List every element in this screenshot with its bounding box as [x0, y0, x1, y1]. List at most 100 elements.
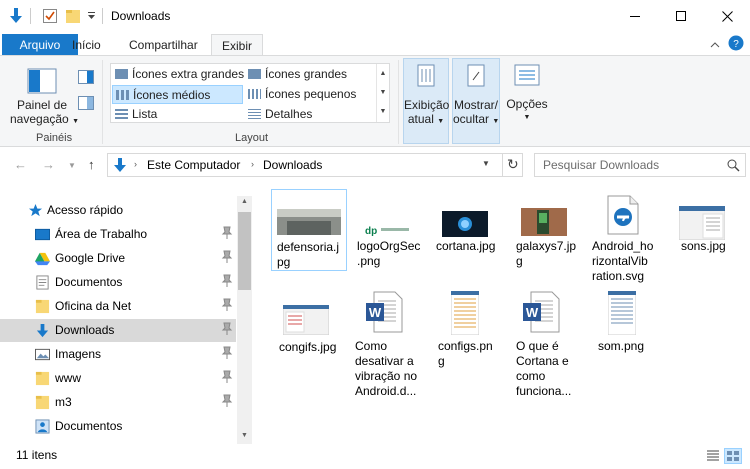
tab-exibir[interactable]: Exibir — [211, 34, 264, 57]
nav-www[interactable]: www — [0, 367, 236, 390]
chevron-down-icon: ▼ — [492, 118, 500, 125]
layout-gallery-scroll[interactable]: ▲ ▼ ▼ — [376, 64, 389, 122]
options-button[interactable]: Opções ▼ — [504, 58, 550, 144]
layout-large-icons[interactable]: Ícones grandes — [245, 65, 375, 84]
nav-downloads[interactable]: Downloads — [0, 319, 236, 342]
downloads-icon — [114, 158, 126, 172]
minimize-button[interactable] — [612, 0, 658, 32]
nav-documents[interactable]: Documentos — [0, 271, 236, 294]
navigation-pane-icon — [27, 68, 57, 94]
search-icon[interactable] — [727, 159, 740, 172]
nav-m3[interactable]: m3 — [0, 391, 236, 414]
scroll-down-icon[interactable]: ▼ — [241, 432, 248, 439]
help-button[interactable]: ? — [728, 35, 744, 54]
folder-icon — [35, 299, 50, 314]
edge-file-icon — [607, 195, 639, 235]
layout-extra-large-icons[interactable]: Ícones extra grandes — [112, 65, 244, 84]
window-title: Downloads — [111, 9, 171, 23]
image-thumbnail-icon — [679, 206, 725, 240]
nav-oficina-da-net[interactable]: Oficina da Net — [0, 295, 236, 318]
group-divider — [102, 60, 103, 144]
back-button[interactable]: ← — [14, 157, 27, 172]
show-hide-label-1: Mostrar/ — [453, 98, 498, 112]
image-thumbnail-icon — [277, 209, 341, 235]
file-name: congifs.jpg — [279, 340, 337, 354]
nav-documents-2[interactable]: Documentos — [0, 415, 236, 438]
pin-icon[interactable] — [221, 346, 233, 360]
file-name: Android_ho rizontalVib ration.svg — [592, 239, 654, 283]
search-input[interactable]: Pesquisar Downloads — [543, 158, 659, 172]
nav-desktop[interactable]: Área de Trabalho — [0, 223, 236, 246]
refresh-button[interactable]: ↻ — [507, 156, 519, 173]
nav-label: Imagens — [55, 347, 102, 361]
show-hide-button[interactable]: Mostrar/ ocultar ▼ — [452, 58, 500, 144]
chevron-down-icon: ▼ — [523, 114, 531, 121]
layout-small-icons[interactable]: Ícones pequenos — [245, 85, 375, 104]
folder-icon — [35, 371, 50, 386]
nav-pane-scrollbar[interactable]: ▲ ▼ — [237, 196, 252, 444]
new-folder-button[interactable] — [65, 6, 81, 26]
address-bar[interactable]: › Este Computador › Downloads ▼ ↻ — [107, 153, 523, 177]
navigation-pane-button[interactable]: Painel de navegação ▼ — [10, 60, 79, 129]
collapse-ribbon-button[interactable] — [710, 38, 720, 52]
nav-label: Documentos — [55, 419, 123, 433]
breadcrumb-this-pc[interactable]: Este Computador — [147, 158, 240, 172]
layout-list[interactable]: Lista — [112, 105, 242, 124]
scroll-up-icon[interactable]: ▲ — [241, 198, 248, 205]
properties-button[interactable] — [42, 6, 58, 26]
large-icons-view-button[interactable] — [724, 448, 742, 464]
file-name: Como desativar a vibração no Android.d... — [355, 339, 418, 398]
preview-pane-icon — [78, 70, 94, 84]
address-history-button[interactable]: ▼ — [482, 159, 490, 168]
maximize-button[interactable] — [658, 0, 704, 32]
file-item[interactable]: defensoria.j pg — [271, 189, 347, 271]
google-drive-icon — [35, 252, 50, 266]
pin-icon[interactable] — [221, 250, 233, 264]
item-count: 11 itens — [16, 448, 58, 462]
close-button[interactable] — [704, 0, 750, 32]
chevron-down-icon: ▼ — [72, 118, 79, 125]
details-pane-button[interactable] — [78, 96, 94, 113]
nav-quick-access[interactable]: Acesso rápido — [0, 199, 236, 222]
layout-medium-icons[interactable]: Ícones médios — [112, 85, 243, 104]
chevron-up-icon — [710, 42, 720, 48]
recent-locations-button[interactable]: ▼ — [68, 161, 76, 170]
group-divider — [398, 60, 399, 144]
layout-details[interactable]: Detalhes — [245, 105, 375, 124]
pin-icon[interactable] — [221, 370, 233, 384]
pin-icon[interactable] — [221, 274, 233, 288]
pin-icon[interactable] — [221, 226, 233, 240]
nav-google-drive[interactable]: Google Drive — [0, 247, 236, 270]
small-icons-icon — [248, 89, 261, 99]
show-hide-icon — [467, 64, 485, 87]
scrollbar-thumb[interactable] — [238, 212, 251, 290]
more-icon[interactable]: ▼ — [377, 102, 389, 121]
maximize-icon — [676, 11, 686, 21]
svg-text:?: ? — [733, 39, 739, 50]
scroll-down-icon[interactable]: ▼ — [377, 83, 389, 102]
address-row: ← → ▼ ↑ › Este Computador › Downloads ▼ … — [0, 148, 750, 182]
details-pane-icon — [78, 96, 94, 110]
preview-pane-button[interactable] — [78, 70, 94, 87]
svg-text:W: W — [526, 305, 539, 320]
close-icon — [721, 10, 733, 22]
pin-icon[interactable] — [221, 322, 233, 336]
tab-inicio[interactable]: Início — [62, 34, 111, 56]
breadcrumb-downloads[interactable]: Downloads — [263, 158, 322, 172]
scroll-up-icon[interactable]: ▲ — [377, 64, 389, 83]
customize-qat-button[interactable] — [87, 6, 96, 26]
image-thumbnail-icon — [521, 208, 567, 236]
nav-pictures[interactable]: Imagens — [0, 343, 236, 366]
up-button[interactable]: ↑ — [88, 157, 95, 172]
pin-icon[interactable] — [221, 298, 233, 312]
details-view-button[interactable] — [706, 449, 720, 466]
pin-icon[interactable] — [221, 394, 233, 408]
layout-group-label: Layout — [235, 132, 269, 144]
help-icon: ? — [728, 35, 744, 51]
tab-compartilhar[interactable]: Compartilhar — [119, 34, 208, 56]
forward-button[interactable]: → — [42, 157, 55, 172]
downloads-icon — [36, 323, 49, 338]
current-view-label-1: Exibição — [404, 98, 450, 112]
current-view-button[interactable]: Exibição atual ▼ — [403, 58, 449, 144]
search-box[interactable]: Pesquisar Downloads — [534, 153, 746, 177]
